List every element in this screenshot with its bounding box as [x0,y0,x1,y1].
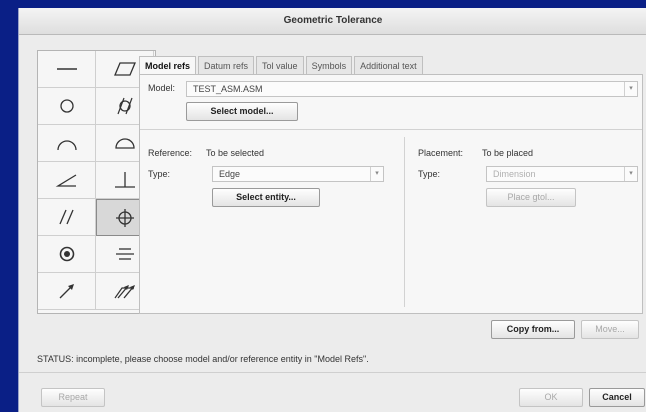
place-gtol-button[interactable]: Place gtol... [486,188,576,207]
chevron-down-icon: ▾ [624,82,637,96]
tab-additional-text[interactable]: Additional text [354,56,423,75]
chevron-down-icon: ▾ [370,167,383,181]
line-profile-icon[interactable] [38,125,96,162]
placement-type-select[interactable]: Dimension ▾ [486,166,638,182]
model-label: Model: [148,83,176,93]
parallelism-icon[interactable] [38,199,96,236]
placement-type-label: Type: [418,169,441,179]
tab-tol-value[interactable]: Tol value [256,56,304,75]
model-select[interactable]: TEST_ASM.ASM ▾ [186,81,638,97]
tab-symbols[interactable]: Symbols [305,56,353,75]
angularity-icon[interactable] [38,162,96,199]
circular-runout-icon[interactable] [38,273,96,310]
concentricity-icon[interactable] [38,236,96,273]
placement-status: To be placed [482,148,534,158]
dialog-title: Geometric Tolerance [19,8,646,35]
model-refs-panel: Model: TEST_ASM.ASM ▾ Select model... Re… [139,74,643,314]
copy-from-button[interactable]: Copy from... [491,320,575,339]
reference-status: To be selected [206,148,265,158]
placement-label: Placement: [418,148,464,158]
move-button[interactable]: Move... [581,320,639,339]
panel-divider [140,129,642,130]
repeat-button[interactable]: Repeat [41,388,105,407]
select-entity-button[interactable]: Select entity... [212,188,320,207]
footer-divider [19,372,646,373]
chevron-down-icon: ▾ [624,167,637,181]
model-value: TEST_ASM.ASM [193,84,263,94]
straightness-icon[interactable] [38,51,96,88]
tab-model-refs[interactable]: Model refs [139,56,197,76]
circularity-icon[interactable] [38,88,96,125]
status-text: STATUS: incomplete, please choose model … [37,354,369,364]
geometric-tolerance-dialog: Geometric Tolerance Model refs Datum ref… [18,8,646,412]
reference-type-select[interactable]: Edge ▾ [212,166,384,182]
reference-type-label: Type: [148,169,171,179]
tab-bar: Model refs Datum refs Tol value Symbols … [139,56,425,76]
reference-type-value: Edge [219,169,241,179]
reference-label: Reference: [148,148,193,158]
tab-datum-refs[interactable]: Datum refs [198,56,255,75]
select-model-button[interactable]: Select model... [186,102,298,121]
ok-button[interactable]: OK [519,388,583,407]
section-divider [404,137,405,307]
cancel-button[interactable]: Cancel [589,388,645,407]
placement-type-value: Dimension [493,169,536,179]
